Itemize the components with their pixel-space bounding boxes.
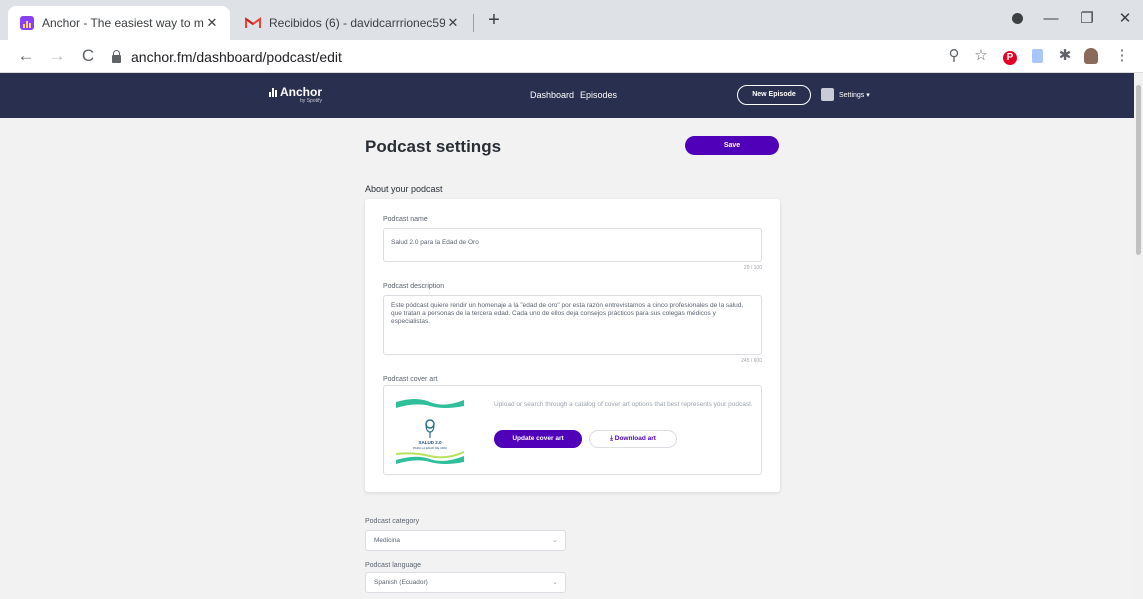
podcast-name-input[interactable]: Salud 2.0 para la Edad de Oro <box>383 228 762 262</box>
save-button[interactable]: Save <box>685 136 779 155</box>
nav-episodes[interactable]: Episodes <box>580 90 617 100</box>
anchor-logo-icon <box>269 87 277 97</box>
category-value: Medicina <box>374 537 401 544</box>
tab-title: Recibidos (6) - davidcarrrionec59 <box>269 16 445 30</box>
url-text: anchor.fm/dashboard/podcast/edit <box>131 49 342 65</box>
forward-icon[interactable]: → <box>47 46 67 66</box>
page-scrollbar[interactable] <box>1134 73 1143 599</box>
update-cover-art-button[interactable]: Update cover art <box>494 430 582 448</box>
docs-extension-icon[interactable] <box>1027 46 1047 66</box>
tab-gmail[interactable]: Recibidos (6) - davidcarrrionec59 ✕ <box>233 6 471 40</box>
download-art-label: Download art <box>614 435 656 442</box>
new-episode-button[interactable]: New Episode <box>737 85 811 105</box>
settings-label: Settings <box>839 92 865 99</box>
podcast-language-label: Podcast language <box>365 562 422 569</box>
anchor-logo[interactable]: Anchor by Spotify <box>269 85 322 104</box>
cover-art-help-text: Upload or search through a catalog of co… <box>494 401 753 408</box>
download-icon: ⤓ <box>610 435 613 442</box>
browser-toolbar: ← → C anchor.fm/dashboard/podcast/edit ⚲… <box>0 40 1143 73</box>
extensions-puzzle-icon[interactable]: ✱ <box>1055 46 1075 66</box>
tab-divider <box>473 14 474 32</box>
language-value: Spanish (Ecuador) <box>374 579 428 586</box>
anchor-favicon-icon <box>20 16 34 30</box>
download-art-button[interactable]: ⤓ Download art <box>589 430 677 448</box>
podcast-avatar[interactable] <box>821 88 834 101</box>
cover-art-box: SALUD 2.0 PARA LA EDAD DE ORO Upload or … <box>383 385 762 475</box>
tab-title: Anchor - The easiest way to mak <box>42 16 204 30</box>
section-title: About your podcast <box>365 184 443 194</box>
settings-menu[interactable]: Settings ▾ <box>839 91 870 99</box>
podcast-category-label: Podcast category <box>365 518 420 525</box>
address-bar[interactable]: anchor.fm/dashboard/podcast/edit <box>112 47 342 67</box>
back-icon[interactable]: ← <box>16 46 36 66</box>
reload-icon[interactable]: C <box>78 46 98 66</box>
podcast-cover-art-label: Podcast cover art <box>383 376 438 383</box>
minimize-icon[interactable]: — <box>1038 9 1064 29</box>
close-icon[interactable]: ✕ <box>204 15 220 31</box>
lock-icon <box>112 50 121 63</box>
podcast-category-select[interactable]: Medicina ⌄ <box>365 530 566 551</box>
cover-art-image: SALUD 2.0 PARA LA EDAD DE ORO <box>395 396 465 466</box>
cover-art-title: SALUD 2.0 <box>418 440 442 445</box>
cover-art-subtitle: PARA LA EDAD DE ORO <box>413 446 447 450</box>
pinterest-icon[interactable]: P <box>1000 46 1020 66</box>
gmail-favicon-icon <box>245 17 261 28</box>
cover-art-graphic <box>395 399 465 464</box>
profile-avatar-icon[interactable] <box>1081 46 1101 66</box>
nav-dashboard[interactable]: Dashboard <box>530 90 574 100</box>
about-podcast-card: Podcast name Salud 2.0 para la Edad de O… <box>365 199 780 492</box>
logo-text: Anchor <box>280 85 322 99</box>
description-char-counter: 245 / 600 <box>741 358 762 364</box>
more-menu-icon[interactable]: ⋮ <box>1112 46 1132 66</box>
podcast-description-label: Podcast description <box>383 283 445 290</box>
close-icon[interactable]: ✕ <box>445 15 461 31</box>
scrollbar-thumb[interactable] <box>1136 85 1141 255</box>
bookmark-star-icon[interactable]: ☆ <box>971 46 991 66</box>
podcast-description-textarea[interactable]: Este pódcast quiere rendir un homenaje a… <box>383 295 762 355</box>
zoom-icon[interactable]: ⚲ <box>944 46 964 66</box>
browser-tab-strip: Anchor - The easiest way to mak ✕ Recibi… <box>0 0 1143 40</box>
chevron-down-icon: ⌄ <box>552 579 558 586</box>
chevron-down-icon: ▾ <box>866 92 870 99</box>
anchor-header: Anchor by Spotify Dashboard Episodes New… <box>0 73 1143 118</box>
restore-icon[interactable]: ❐ <box>1074 9 1100 29</box>
new-tab-icon[interactable]: + <box>484 10 504 30</box>
chevron-down-icon: ⌄ <box>552 537 558 544</box>
page-title: Podcast settings <box>365 137 502 156</box>
tab-anchor[interactable]: Anchor - The easiest way to mak ✕ <box>8 6 230 40</box>
window-close-icon[interactable]: ✕ <box>1112 9 1138 29</box>
podcast-name-label: Podcast name <box>383 216 428 223</box>
profile-dot-icon[interactable] <box>1004 9 1030 29</box>
podcast-language-select[interactable]: Spanish (Ecuador) ⌄ <box>365 572 566 593</box>
name-char-counter: 29 / 100 <box>743 265 762 271</box>
